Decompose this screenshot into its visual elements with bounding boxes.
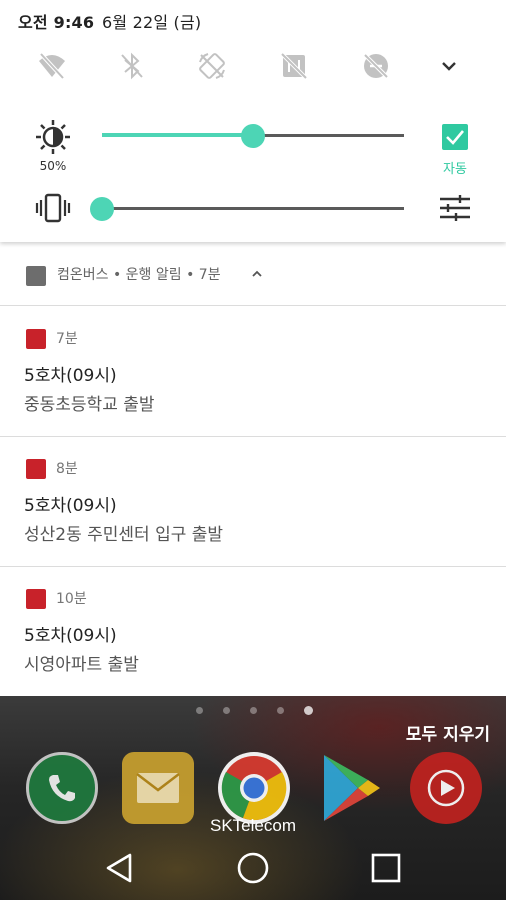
play-store-icon	[324, 755, 380, 821]
page-dot	[223, 707, 230, 714]
brightness-icon	[36, 120, 70, 154]
page-indicator	[196, 706, 313, 715]
back-icon	[106, 853, 132, 883]
home-icon	[237, 852, 269, 884]
rotation-toggle[interactable]	[194, 48, 230, 84]
volume-slider-track	[102, 207, 404, 210]
chrome-app[interactable]	[218, 752, 290, 824]
carrier-label: SKTelecom	[210, 816, 296, 835]
vibrate-icon	[35, 193, 71, 223]
expand-quick-settings-button[interactable]	[432, 50, 466, 82]
page-dot	[250, 707, 257, 714]
home-button[interactable]	[233, 848, 273, 888]
notification-text: 성산2동 주민센터 입구 출발	[24, 525, 224, 545]
check-icon	[446, 130, 464, 145]
nfc-off-icon	[280, 52, 308, 80]
phone-app[interactable]	[26, 752, 98, 824]
notification-group-header[interactable]: 컴온버스 • 운행 알림 • 7분	[0, 246, 506, 306]
status-datetime: 오전 9:46 6월 22일 (금)	[18, 9, 201, 33]
brightness-percent: 50%	[39, 159, 67, 173]
auto-brightness-label: 자동	[443, 162, 467, 177]
data-saver-toggle[interactable]	[358, 48, 394, 84]
notification-time: 8분	[56, 461, 78, 477]
notification-title: 5호차(09시)	[24, 496, 117, 516]
nfc-toggle[interactable]	[276, 48, 312, 84]
page-dot	[277, 707, 284, 714]
bluetooth-toggle[interactable]	[114, 48, 150, 84]
wifi-toggle[interactable]	[34, 48, 70, 84]
wifi-off-icon	[39, 52, 65, 80]
play-store-app[interactable]	[314, 752, 386, 824]
phone-icon	[49, 775, 75, 802]
notification-time: 10분	[56, 591, 87, 607]
email-icon	[136, 773, 180, 803]
brightness-slider-fill	[102, 133, 253, 137]
status-date: 6월 22일 (금)	[102, 13, 202, 32]
data-saver-off-icon	[363, 53, 389, 79]
notification-time: 7분	[56, 331, 78, 347]
app-icon	[26, 329, 46, 349]
status-time: 오전 9:46	[18, 13, 95, 32]
notification-item[interactable]: 8분 5호차(09시) 성산2동 주민센터 입구 출발	[0, 437, 506, 567]
home-screen: 모두 지우기 SKTelecom	[0, 696, 506, 900]
youtube-music-icon	[427, 769, 465, 807]
notification-group-title: 컴온버스 • 운행 알림 • 7분	[57, 267, 221, 283]
app-icon	[26, 459, 46, 479]
volume-slider-thumb[interactable]	[90, 197, 114, 221]
recents-button[interactable]	[366, 848, 406, 888]
rotation-lock-icon	[199, 53, 225, 79]
page-dot	[196, 707, 203, 714]
chevron-up-icon[interactable]	[250, 266, 264, 282]
notification-title: 5호차(09시)	[24, 366, 117, 386]
page-dot-active	[304, 706, 313, 715]
app-icon	[26, 589, 46, 609]
chevron-down-icon	[442, 62, 456, 71]
back-button[interactable]	[100, 848, 140, 888]
notification-text: 중동초등학교 출발	[24, 395, 155, 415]
notification-text: 시영아파트 출발	[24, 655, 139, 675]
bluetooth-off-icon	[121, 52, 143, 80]
app-icon	[26, 266, 46, 286]
notification-item[interactable]: 10분 5호차(09시) 시영아파트 출발	[0, 567, 506, 696]
recents-icon	[371, 853, 401, 883]
chrome-icon	[221, 756, 287, 821]
auto-brightness-checkbox[interactable]	[442, 124, 468, 150]
brightness-slider-thumb[interactable]	[241, 124, 265, 148]
sound-settings-icon[interactable]	[438, 194, 472, 222]
notification-title: 5호차(09시)	[24, 626, 117, 646]
email-app[interactable]	[122, 752, 194, 824]
notification-item[interactable]: 7분 5호차(09시) 중동초등학교 출발	[0, 307, 506, 437]
quick-settings-panel: 오전 9:46 6월 22일 (금) 50% 자동	[0, 0, 506, 242]
youtube-music-app[interactable]	[410, 752, 482, 824]
clear-all-button[interactable]: 모두 지우기	[406, 720, 490, 745]
